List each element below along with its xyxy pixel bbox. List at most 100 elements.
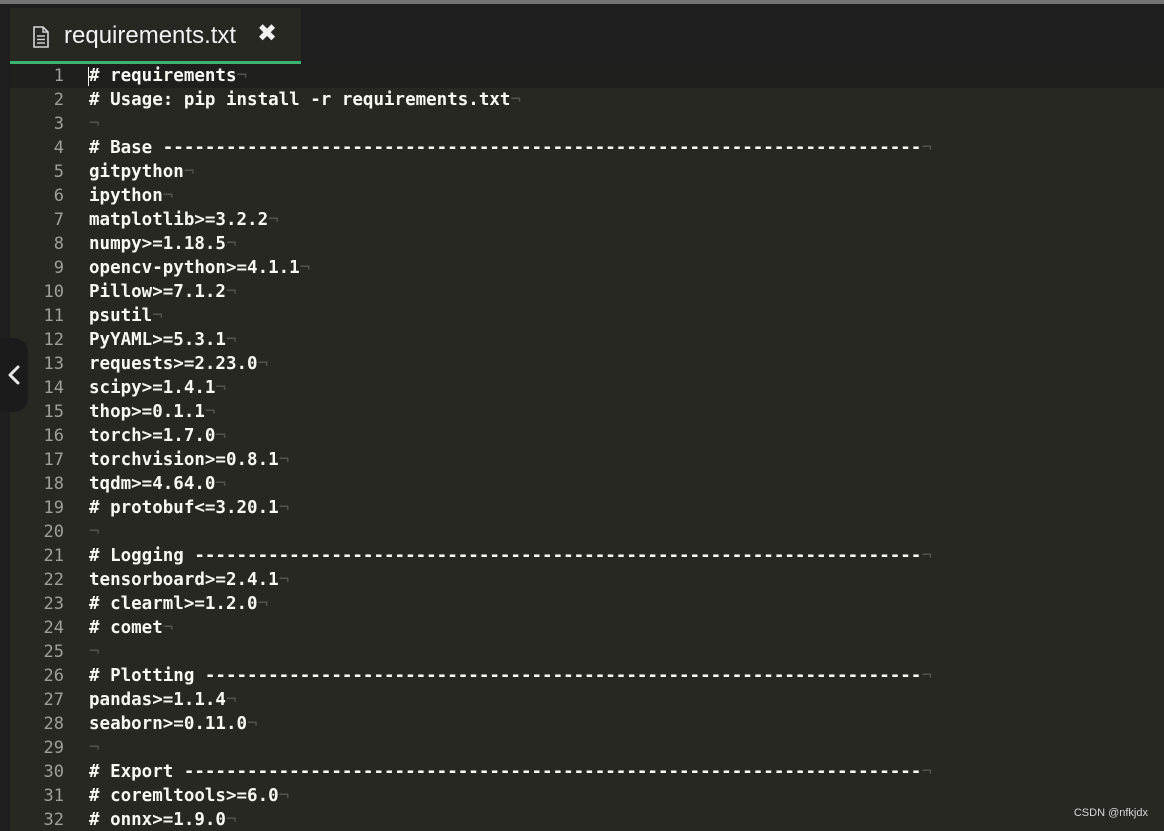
- end-of-line-marker: ¬: [225, 330, 237, 350]
- code-line[interactable]: 12 PyYAML>=5.3.1¬: [10, 328, 1164, 352]
- end-of-line-marker: ¬: [89, 642, 100, 662]
- line-number: 16: [43, 426, 64, 446]
- end-of-line-marker: ¬: [215, 378, 226, 398]
- line-content: # Export -------------------------------…: [89, 762, 922, 782]
- code-line[interactable]: 5 gitpython¬: [10, 160, 1164, 184]
- line-text: psutil¬: [89, 304, 163, 328]
- code-line[interactable]: 24 # comet¬: [10, 616, 1164, 640]
- line-text: gitpython¬: [89, 160, 194, 184]
- line-text: # clearml>=1.2.0¬: [89, 592, 268, 616]
- line-text: ¬: [89, 520, 100, 544]
- code-line[interactable]: 4 # Base --------------------------------…: [10, 136, 1164, 160]
- line-number: 28: [43, 714, 64, 734]
- editor-left-edge: [0, 64, 10, 831]
- code-line[interactable]: 14 scipy>=1.4.1¬: [10, 376, 1164, 400]
- line-text: ¬: [89, 640, 100, 664]
- code-line[interactable]: 21 # Logging ----------------------------…: [10, 544, 1164, 568]
- line-text: # protobuf<=3.20.1¬: [89, 496, 289, 520]
- code-lines[interactable]: 1 # requirements¬ 2 # Usage: pip install -r…: [10, 64, 1164, 831]
- line-number: 7: [53, 210, 64, 230]
- line-number: 11: [43, 306, 64, 326]
- line-text: tensorboard>=2.4.1¬: [89, 568, 289, 592]
- code-line[interactable]: 20 ¬: [10, 520, 1164, 544]
- code-line[interactable]: 7 matplotlib>=3.2.2¬: [10, 208, 1164, 232]
- line-text: tqdm>=4.64.0¬: [89, 472, 226, 496]
- end-of-line-marker: ¬: [921, 666, 932, 686]
- code-line[interactable]: 15 thop>=0.1.1¬: [10, 400, 1164, 424]
- code-line[interactable]: 17 torchvision>=0.8.1¬: [10, 448, 1164, 472]
- line-number: 24: [43, 618, 64, 638]
- code-line[interactable]: 10 Pillow>=7.1.2¬: [10, 280, 1164, 304]
- line-content: opencv-python>=4.1.1: [89, 258, 300, 278]
- line-number: 23: [43, 594, 64, 614]
- code-line[interactable]: 2 # Usage: pip install -r requirements.tx…: [10, 88, 1164, 112]
- code-line[interactable]: 28 seaborn>=0.11.0¬: [10, 712, 1164, 736]
- end-of-line-marker: ¬: [299, 258, 311, 278]
- code-line[interactable]: 1 # requirements¬: [10, 64, 1164, 88]
- end-of-line-marker: ¬: [225, 810, 237, 830]
- code-line[interactable]: 19 # protobuf<=3.20.1¬: [10, 496, 1164, 520]
- line-text: # requirements¬: [89, 64, 247, 88]
- line-text: torchvision>=0.8.1¬: [89, 448, 289, 472]
- end-of-line-marker: ¬: [257, 594, 269, 614]
- code-line[interactable]: 31 # coremltools>=6.0¬: [10, 784, 1164, 808]
- line-text: # coremltools>=6.0¬: [89, 784, 289, 808]
- line-text: scipy>=1.4.1¬: [89, 376, 226, 400]
- code-line[interactable]: 23 # clearml>=1.2.0¬: [10, 592, 1164, 616]
- code-line[interactable]: 6 ipython¬: [10, 184, 1164, 208]
- line-number: 22: [43, 570, 64, 590]
- line-number: 19: [43, 498, 64, 518]
- line-text: ¬: [89, 736, 100, 760]
- end-of-line-marker: ¬: [225, 690, 237, 710]
- end-of-line-marker: ¬: [921, 546, 932, 566]
- end-of-line-marker: ¬: [247, 714, 258, 734]
- line-text: numpy>=1.18.5¬: [89, 232, 237, 256]
- code-line[interactable]: 22 tensorboard>=2.4.1¬: [10, 568, 1164, 592]
- line-text: # Usage: pip install -r requirements.txt…: [89, 88, 521, 112]
- line-number: 27: [43, 690, 64, 710]
- code-line[interactable]: 3 ¬: [10, 112, 1164, 136]
- line-number: 5: [53, 162, 64, 182]
- close-tab-button[interactable]: ✖: [254, 20, 280, 46]
- line-content: pandas>=1.1.4: [89, 690, 226, 710]
- end-of-line-marker: ¬: [162, 186, 174, 206]
- code-line[interactable]: 18 tqdm>=4.64.0¬: [10, 472, 1164, 496]
- line-content: thop>=0.1.1: [89, 402, 205, 422]
- line-text: # onnx>=1.9.0¬: [89, 808, 237, 831]
- line-content: # comet: [89, 618, 163, 638]
- code-line[interactable]: 26 # Plotting ---------------------------…: [10, 664, 1164, 688]
- line-text: torch>=1.7.0¬: [89, 424, 226, 448]
- code-line[interactable]: 32 # onnx>=1.9.0¬: [10, 808, 1164, 831]
- code-line[interactable]: 13 requests>=2.23.0¬: [10, 352, 1164, 376]
- code-line[interactable]: 30 # Export -----------------------------…: [10, 760, 1164, 784]
- line-text: pandas>=1.1.4¬: [89, 688, 237, 712]
- code-line[interactable]: 29 ¬: [10, 736, 1164, 760]
- line-number: 32: [43, 810, 64, 830]
- line-text: PyYAML>=5.3.1¬: [89, 328, 237, 352]
- line-number: 26: [43, 666, 64, 686]
- tab-requirements-txt[interactable]: requirements.txt ✖: [10, 8, 301, 64]
- line-content: # onnx>=1.9.0: [89, 810, 226, 830]
- line-text: # Base ---------------------------------…: [89, 136, 932, 160]
- code-editor[interactable]: 1 # requirements¬ 2 # Usage: pip install -r…: [0, 64, 1164, 831]
- line-text: requests>=2.23.0¬: [89, 352, 268, 376]
- line-number: 3: [53, 114, 64, 134]
- code-line[interactable]: 11 psutil¬: [10, 304, 1164, 328]
- code-line[interactable]: 8 numpy>=1.18.5¬: [10, 232, 1164, 256]
- code-line[interactable]: 9 opencv-python>=4.1.1¬: [10, 256, 1164, 280]
- code-line[interactable]: 16 torch>=1.7.0¬: [10, 424, 1164, 448]
- line-content: seaborn>=0.11.0: [89, 714, 248, 734]
- line-content: # Usage: pip install -r requirements.txt: [89, 90, 511, 110]
- text-cursor: [88, 67, 89, 86]
- line-number: 6: [53, 186, 64, 206]
- chevron-left-icon: [8, 365, 20, 385]
- line-text: ¬: [89, 112, 100, 136]
- sidebar-toggle-button[interactable]: [0, 338, 28, 412]
- line-number: 8: [53, 234, 64, 254]
- end-of-line-marker: ¬: [225, 234, 237, 254]
- line-number: 25: [43, 642, 64, 662]
- tab-bar: requirements.txt ✖: [0, 4, 1164, 64]
- line-number: 2: [53, 90, 64, 110]
- code-line[interactable]: 25 ¬: [10, 640, 1164, 664]
- code-line[interactable]: 27 pandas>=1.1.4¬: [10, 688, 1164, 712]
